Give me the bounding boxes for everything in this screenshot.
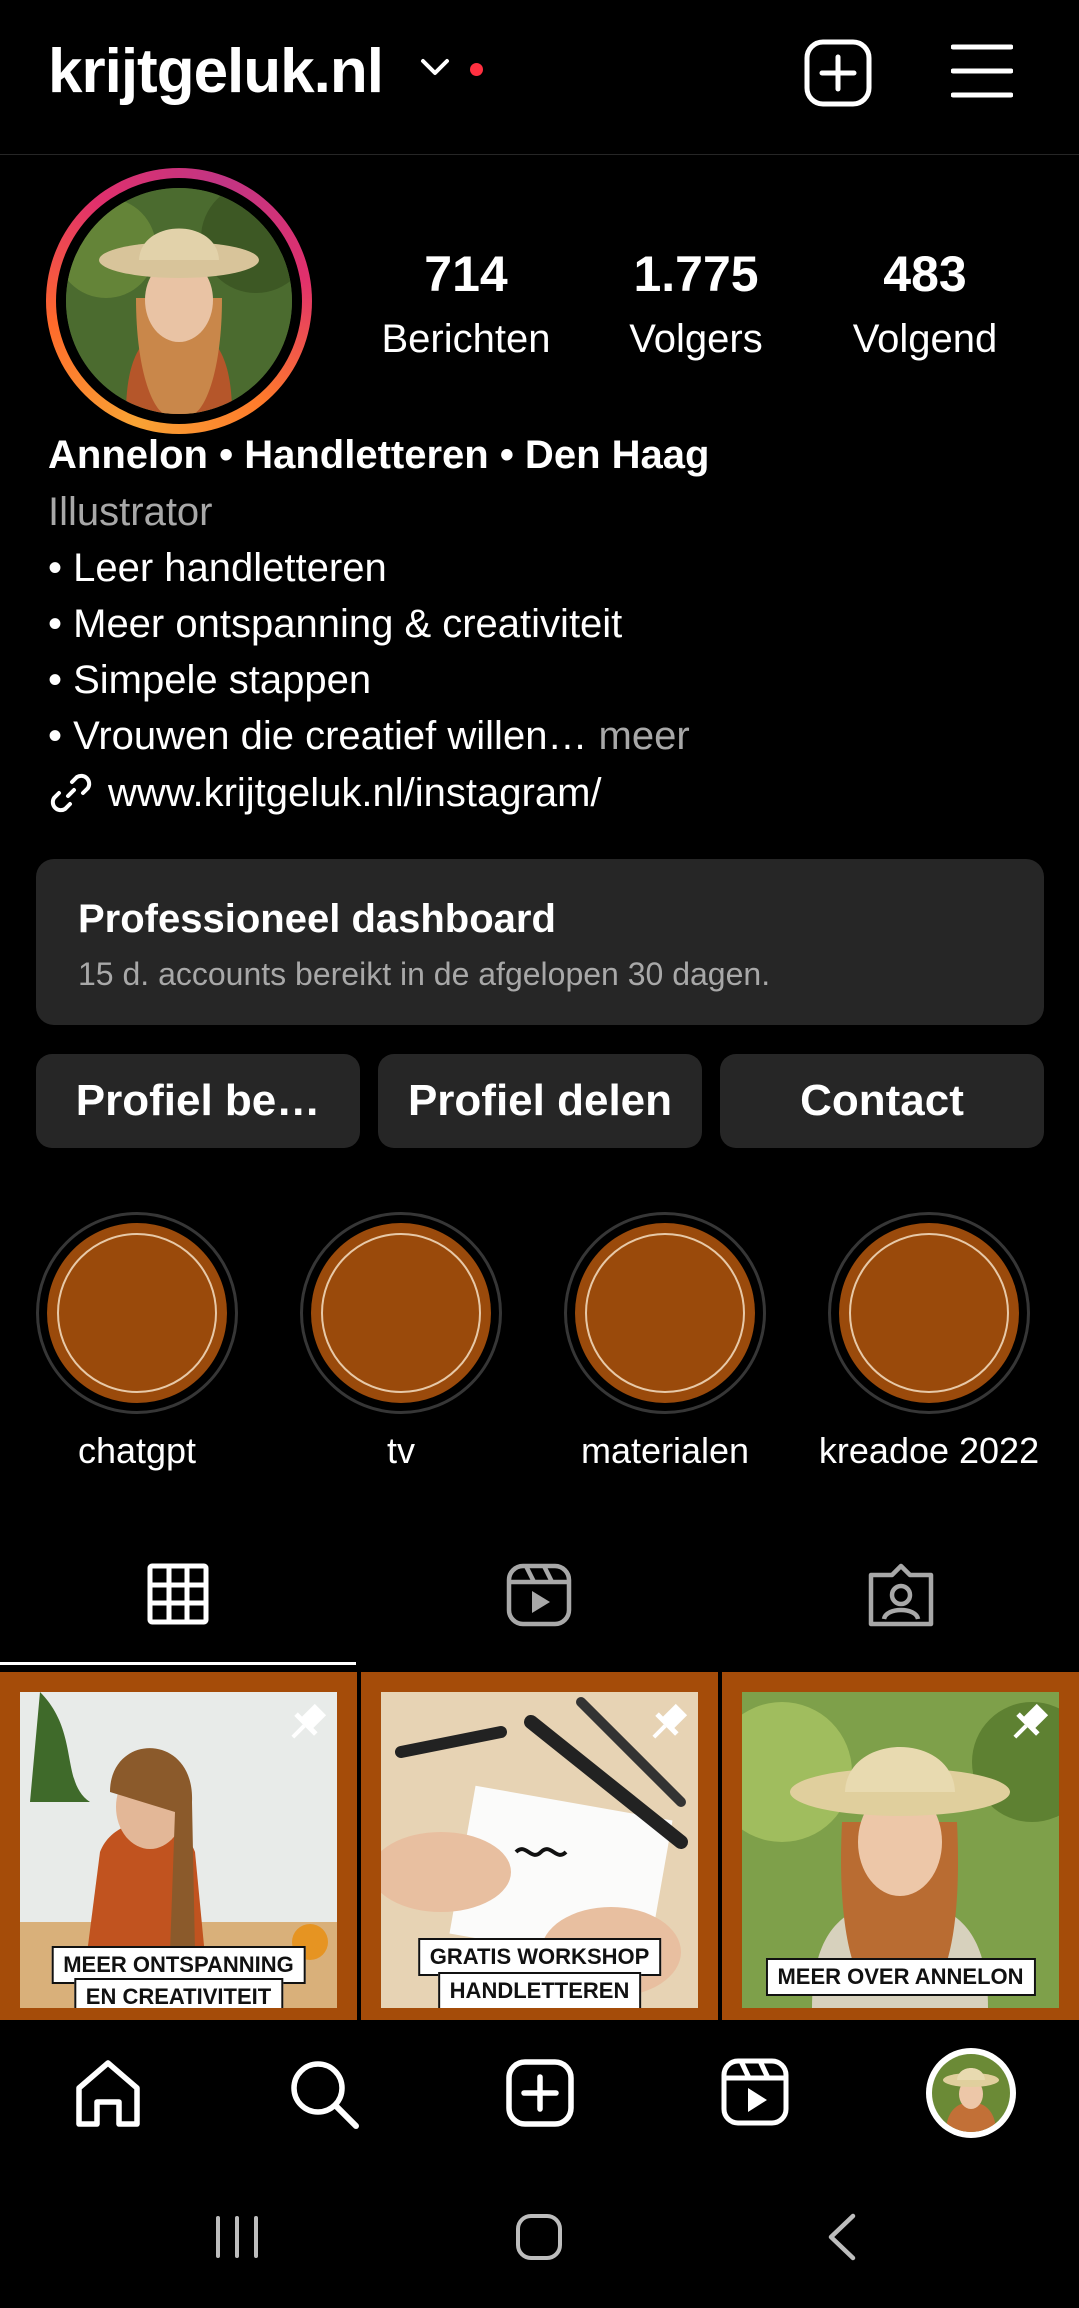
post-tile[interactable]: GRATIS WORKSHOP HANDLETTEREN [361, 1672, 718, 2020]
notification-dot [470, 63, 483, 76]
dashboard-title: Professioneel dashboard [78, 897, 556, 941]
dashboard-subtitle: 15 d. accounts bereikt in de afgelopen 3… [78, 956, 771, 992]
chevron-down-icon[interactable] [420, 56, 450, 78]
bio-line: • Vrouwen die creatief willen… meer [48, 714, 690, 758]
grid-icon[interactable] [147, 1563, 209, 1625]
tagged-icon[interactable] [868, 1563, 934, 1627]
profile-avatar[interactable] [932, 2054, 1010, 2132]
menu-icon[interactable] [951, 42, 1013, 100]
post-tile[interactable]: MEER ONTSPANNING EN CREATIVITEIT [0, 1672, 357, 2020]
highlight-label: materialen [580, 1430, 750, 1471]
following-stat[interactable]: 483 Volgend [825, 245, 1025, 362]
post-caption: MEER OVER ANNELON [765, 1958, 1036, 1996]
contact-button[interactable]: Contact [720, 1054, 1044, 1148]
bio-line: • Leer handletteren [48, 546, 387, 590]
followers-stat[interactable]: 1.775 Volgers [596, 245, 796, 362]
profile-display-name: Annelon • Handletteren • Den Haag [48, 433, 710, 477]
pin-icon [1013, 1703, 1049, 1739]
pin-icon [291, 1703, 327, 1739]
reels-icon[interactable] [721, 2058, 789, 2126]
bio-line: • Simpele stappen [48, 658, 372, 702]
pin-icon [652, 1703, 688, 1739]
posts-count-stat[interactable]: 714 Berichten [366, 245, 566, 362]
edit-profile-button[interactable]: Profiel be… [36, 1054, 360, 1148]
reels-tab-icon[interactable] [506, 1563, 572, 1627]
post-caption: HANDLETTEREN [437, 1972, 642, 2008]
highlight-label: tv [386, 1430, 415, 1471]
bio-line: • Meer ontspanning & creativiteit [48, 602, 623, 646]
post-caption: GRATIS WORKSHOP [417, 1938, 662, 1976]
active-tab-indicator [0, 1662, 356, 1665]
bio-more-link[interactable]: meer [587, 714, 690, 758]
profile-category: Illustrator [48, 490, 213, 534]
highlight-label: kreadoe 2022 [818, 1430, 1040, 1471]
recent-apps-icon[interactable] [212, 2214, 262, 2260]
account-switcher-username[interactable]: krijtgeluk.nl [48, 36, 384, 107]
link-icon [50, 773, 92, 813]
highlight-label: chatgpt [77, 1430, 197, 1471]
bio-link[interactable]: www.krijtgeluk.nl/instagram/ [48, 770, 602, 816]
post-caption: EN CREATIVITEIT [73, 1978, 284, 2008]
create-icon[interactable] [505, 2058, 575, 2128]
back-icon[interactable] [823, 2212, 859, 2262]
search-icon[interactable] [288, 2058, 360, 2130]
profile-avatar[interactable] [66, 188, 292, 414]
post-tile[interactable]: MEER OVER ANNELON [722, 1672, 1079, 2020]
share-profile-button[interactable]: Profiel delen [378, 1054, 702, 1148]
home-button-icon[interactable] [514, 2212, 564, 2262]
professional-dashboard-card[interactable] [36, 859, 1044, 1025]
create-post-icon[interactable] [803, 38, 873, 108]
home-icon[interactable] [73, 2058, 143, 2128]
